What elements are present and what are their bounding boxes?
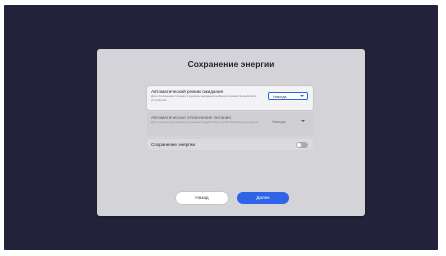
dialog-title: Сохранение энергии [187,59,275,69]
next-button[interactable]: Далее [237,192,289,204]
auto-power-off-select: Никогда [268,118,308,126]
energy-saving-label: Сохранение энергии [151,142,196,147]
auto-power-off-value: Никогда [272,119,286,124]
chevron-down-icon [301,120,305,123]
toggle-knob [297,142,301,147]
auto-standby-value: Никогда [273,94,287,99]
auto-standby-setting[interactable]: Автоматический режим ожидания Для отключ… [147,86,313,110]
energy-saving-toggle[interactable] [296,141,308,148]
tv-screen: Сохранение энергии Автоматический режим … [4,5,438,250]
auto-standby-select[interactable]: Никогда [268,92,308,100]
energy-saving-dialog: Сохранение энергии Автоматический режим … [97,49,365,216]
chevron-down-icon [300,95,304,98]
auto-standby-description: Для отключения питания в режиме ожидания… [151,94,257,102]
auto-power-off-setting: Автоматическое отключение питания Для от… [147,112,313,136]
auto-power-off-description: Для отключения питания в режиме бездейст… [151,120,259,124]
energy-saving-setting[interactable]: Сохранение энергии [147,139,313,150]
back-button[interactable]: Назад [176,192,228,204]
